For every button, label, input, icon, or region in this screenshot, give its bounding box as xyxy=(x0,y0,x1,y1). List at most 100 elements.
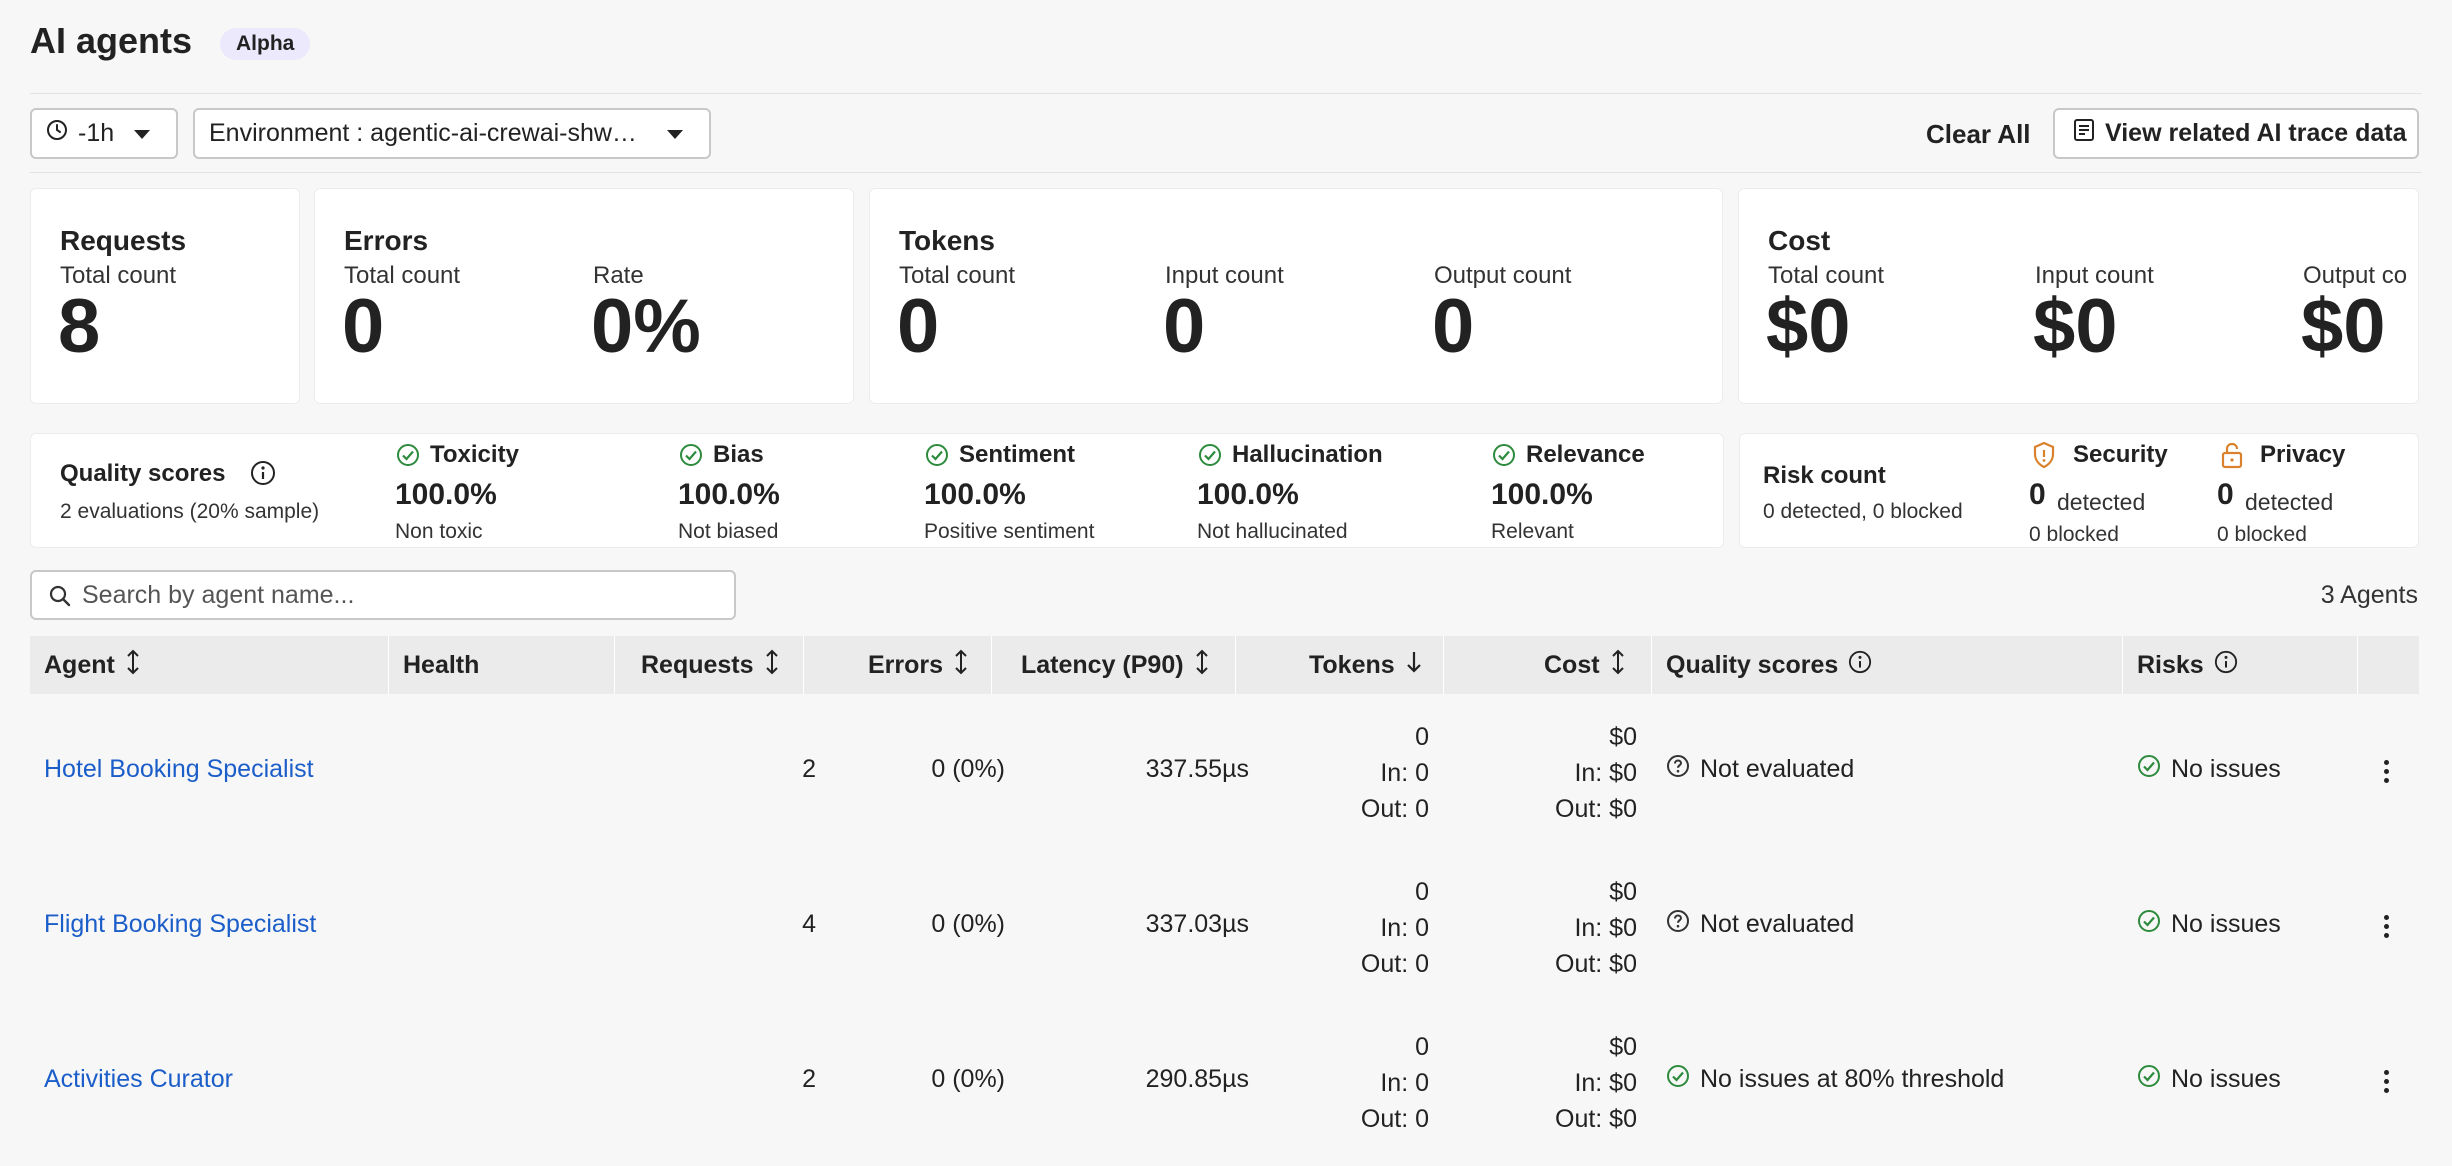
col-requests[interactable]: Requests xyxy=(641,636,780,694)
risks-cell: No issues xyxy=(2137,1064,2281,1095)
search-input[interactable] xyxy=(82,578,722,612)
quality-cell: Not evaluated xyxy=(1666,754,1854,785)
col-agent[interactable]: Agent xyxy=(44,636,141,694)
check-circle-icon xyxy=(396,443,420,472)
latency-cell: 337.55µs xyxy=(1145,755,1249,783)
chevron-down-icon xyxy=(134,130,150,139)
cost-total-value: $0 xyxy=(1766,284,1851,369)
col-risks: Risks xyxy=(2137,636,2238,694)
privacy-blocked: 0 blocked xyxy=(2217,523,2307,546)
hallucination-label: Hallucination xyxy=(1232,441,1383,468)
errors-rate-value: 0% xyxy=(591,284,701,369)
col-health: Health xyxy=(403,636,479,694)
requests-cell: 2 xyxy=(802,1065,816,1093)
environment-select[interactable]: Environment : agentic-ai-crewai-shw… xyxy=(193,108,711,159)
cost-in: In: $0 xyxy=(1574,914,1637,942)
sort-icon xyxy=(1194,649,1210,682)
search-box[interactable] xyxy=(30,570,736,620)
info-icon[interactable] xyxy=(2214,650,2238,681)
privacy-detected: detected xyxy=(2245,489,2334,515)
table-row[interactable]: Hotel Booking Specialist 2 0 (0%) 337.55… xyxy=(30,694,2419,849)
risks-status: No issues xyxy=(2171,1065,2281,1093)
tokens-cell: 0 In: 0 Out: 0 xyxy=(1361,719,1429,827)
col-latency[interactable]: Latency (P90) xyxy=(1021,636,1210,694)
check-circle-icon xyxy=(2137,909,2171,940)
agent-link[interactable]: Flight Booking Specialist xyxy=(44,910,316,939)
sentiment-label: Sentiment xyxy=(959,441,1076,468)
security-detected: detected xyxy=(2057,489,2146,515)
agent-count: 3 Agents xyxy=(2320,581,2418,609)
relevance-value: 100.0% xyxy=(1491,478,1593,511)
tokens-total: 0 xyxy=(1415,723,1429,751)
check-circle-icon xyxy=(679,443,703,472)
cost-out: Out: $0 xyxy=(1555,950,1637,978)
col-errors[interactable]: Errors xyxy=(868,636,969,694)
tokens-in: In: 0 xyxy=(1380,1069,1429,1097)
check-circle-icon xyxy=(1492,443,1516,472)
requests-cell: 2 xyxy=(802,755,816,783)
col-divider xyxy=(1651,636,1652,694)
toxicity-desc: Non toxic xyxy=(395,520,483,543)
check-circle-icon xyxy=(1666,1064,1700,1095)
agent-link[interactable]: Hotel Booking Specialist xyxy=(44,755,314,784)
col-agent-label: Agent xyxy=(44,650,115,679)
arrow-down-icon xyxy=(1405,650,1423,681)
risks-cell: No issues xyxy=(2137,754,2281,785)
col-health-label: Health xyxy=(403,650,480,679)
cost-total: $0 xyxy=(1609,723,1637,751)
tokens-in: In: 0 xyxy=(1380,759,1429,787)
document-icon xyxy=(2073,118,2095,149)
requests-title: Requests xyxy=(60,225,187,256)
agent-link[interactable]: Activities Curator xyxy=(44,1065,233,1094)
tokens-out: Out: 0 xyxy=(1360,950,1429,978)
col-divider xyxy=(614,636,615,694)
col-divider xyxy=(1443,636,1444,694)
clear-all-button[interactable]: Clear All xyxy=(1926,119,2031,150)
privacy-label: Privacy xyxy=(2260,441,2346,468)
sentiment-value: 100.0% xyxy=(924,478,1026,511)
table-row[interactable]: Flight Booking Specialist 4 0 (0%) 337.0… xyxy=(30,849,2419,1004)
errors-cell: 0 (0%) xyxy=(931,755,1005,783)
check-circle-icon xyxy=(2137,754,2171,785)
more-options-icon[interactable] xyxy=(2384,915,2390,942)
sort-icon xyxy=(953,649,969,682)
col-cost-label: Cost xyxy=(1544,650,1600,679)
tokens-card: Tokens Total count 0 Input count 0 Outpu… xyxy=(869,188,1723,404)
time-range-label: -1h xyxy=(78,119,115,147)
risks-status: No issues xyxy=(2171,910,2281,938)
col-risks-label: Risks xyxy=(2137,650,2204,679)
divider xyxy=(30,93,2422,94)
quality-cell: Not evaluated xyxy=(1666,909,1854,940)
col-requests-label: Requests xyxy=(641,650,754,679)
view-trace-button[interactable]: View related AI trace data xyxy=(2053,108,2419,159)
col-quality: Quality scores xyxy=(1666,636,1872,694)
page-title: AI agents xyxy=(30,20,193,61)
info-icon[interactable] xyxy=(1848,650,1872,681)
question-circle-icon xyxy=(1666,909,1700,940)
col-divider xyxy=(388,636,389,694)
security-blocked: 0 blocked xyxy=(2029,523,2119,546)
time-range-button[interactable]: -1h xyxy=(30,108,178,159)
col-cost[interactable]: Cost xyxy=(1544,636,1626,694)
col-tokens[interactable]: Tokens xyxy=(1309,636,1423,694)
table-row[interactable]: Activities Curator 2 0 (0%) 290.85µs 0 I… xyxy=(30,1004,2419,1159)
quality-cell: No issues at 80% threshold xyxy=(1666,1064,2004,1095)
tokens-out: Out: 0 xyxy=(1360,795,1429,823)
more-options-icon[interactable] xyxy=(2384,760,2390,787)
hallucination-value: 100.0% xyxy=(1197,478,1299,511)
latency-cell: 290.85µs xyxy=(1145,1065,1249,1093)
quality-title: Quality scores xyxy=(60,460,226,487)
more-options-icon[interactable] xyxy=(2384,1070,2390,1097)
requests-card: Requests Total count 8 xyxy=(30,188,300,404)
search-icon xyxy=(48,584,72,613)
info-icon[interactable] xyxy=(250,460,276,491)
col-quality-label: Quality scores xyxy=(1666,650,1839,679)
question-circle-icon xyxy=(1666,754,1700,785)
cost-total: $0 xyxy=(1609,878,1637,906)
sort-icon xyxy=(125,649,141,682)
errors-cell: 0 (0%) xyxy=(931,910,1005,938)
privacy-count: 0 xyxy=(2217,478,2234,511)
clock-icon xyxy=(46,119,68,148)
bias-desc: Not biased xyxy=(678,520,779,543)
quality-status: No issues at 80% threshold xyxy=(1700,1065,2005,1093)
